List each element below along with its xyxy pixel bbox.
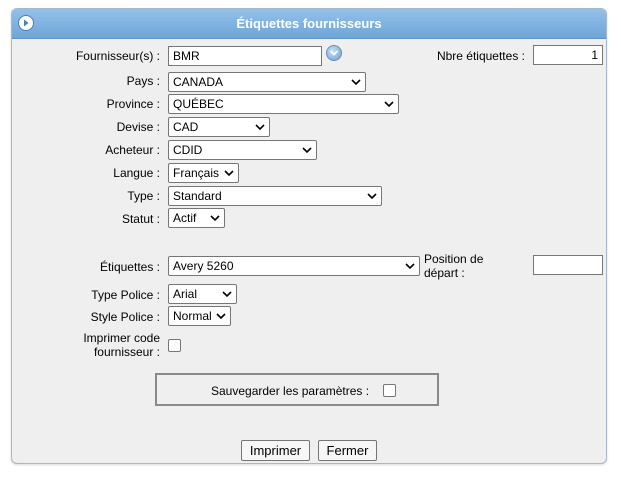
etiquettes-select[interactable]: Avery 5260 [168,256,420,276]
chevron-down-icon [210,215,220,222]
style-police-select[interactable]: Normal [168,306,231,326]
statut-select[interactable]: Actif [168,208,225,228]
type-police-select[interactable]: Arial [168,284,237,304]
position-depart-label-line2: départ : [424,266,465,280]
acheteur-select[interactable]: CDID [168,140,317,160]
position-depart-input[interactable] [533,255,603,275]
acheteur-label: Acheteur : [105,143,160,157]
pays-value: CANADA [173,75,224,89]
statut-value: Actif [173,211,197,225]
collapse-icon[interactable] [18,15,34,31]
province-value: QUÉBEC [173,97,224,111]
acheteur-value: CDID [173,143,203,157]
imprimer-code-label-line2: fournisseur : [93,345,160,359]
chevron-down-icon [224,170,234,177]
imprimer-code-label-line1: Imprimer code [83,331,160,345]
devise-label: Devise : [116,120,160,134]
fermer-button[interactable]: Fermer [318,440,377,461]
chevron-down-icon [216,313,226,320]
imprimer-code-checkbox[interactable] [168,339,181,352]
devise-value: CAD [173,120,199,134]
style-police-label: Style Police : [90,310,160,324]
supplier-lookup-icon[interactable] [326,45,342,61]
province-label: Province : [106,97,160,111]
panel-title-bar: Étiquettes fournisseurs [12,9,606,39]
fournisseur-label: Fournisseur(s) : [75,49,160,63]
pays-select[interactable]: CANADA [168,72,366,92]
statut-label: Statut : [121,212,160,226]
save-settings-box: Sauvegarder les paramètres : [155,373,439,406]
type-police-value: Arial [173,287,198,301]
fournisseur-input[interactable]: BMR [168,46,322,66]
chevron-down-icon [384,101,394,108]
imprimer-code-label: Imprimer code fournisseur : [20,331,160,359]
langue-select[interactable]: Français [168,163,239,183]
type-select[interactable]: Standard [168,186,382,206]
chevron-down-icon [302,147,312,154]
chevron-down-icon [255,124,265,131]
etiquettes-value: Avery 5260 [173,259,234,273]
style-police-value: Normal [173,309,212,323]
sauvegarder-label: Sauvegarder les paramètres : [211,384,370,398]
sauvegarder-checkbox[interactable] [383,384,396,397]
position-depart-label: Position de départ : [424,252,504,280]
type-label: Type : [127,189,160,203]
langue-label: Langue : [113,166,160,180]
type-value: Standard [173,189,222,203]
chevron-down-icon [351,79,361,86]
nbre-etiquettes-label: Nbre étiquettes : [436,49,525,63]
pays-label: Pays : [126,74,160,88]
chevron-down-icon [222,291,232,298]
etiquettes-label: Étiquettes : [99,260,160,274]
nbre-etiquettes-input[interactable]: 1 [533,45,603,65]
chevron-down-icon [405,263,415,270]
langue-value: Français [173,166,220,180]
province-select[interactable]: QUÉBEC [168,94,399,114]
type-police-label: Type Police : [91,288,160,302]
devise-select[interactable]: CAD [168,117,270,137]
imprimer-button[interactable]: Imprimer [241,440,310,461]
chevron-down-icon [367,193,377,200]
panel-title: Étiquettes fournisseurs [236,16,382,31]
position-depart-label-line1: Position de [424,252,484,266]
